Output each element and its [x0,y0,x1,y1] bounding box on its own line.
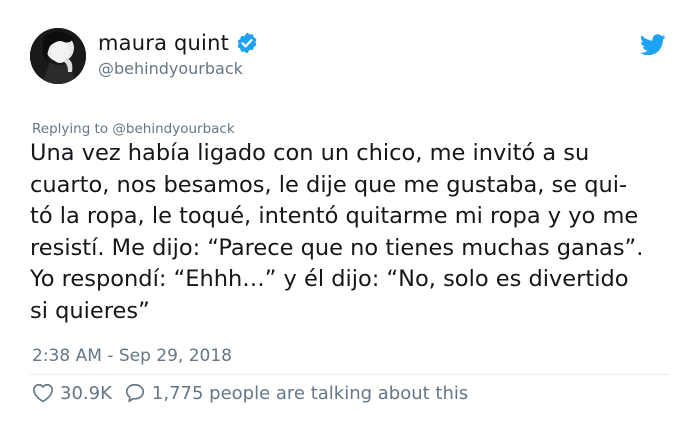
divider [30,374,670,375]
tweet-text: Una vez había ligado con un chico, me in… [30,140,644,324]
reply-prefix: Replying to [32,121,109,137]
tweet-card: maura quint @behindyourback Replying to … [0,0,700,436]
tweet-header: maura quint @behindyourback [30,28,259,84]
tweet-actions: 30.9K 1,775 people are talking about thi… [32,382,468,404]
twitter-bird-icon[interactable] [640,34,666,56]
name-row: maura quint [98,31,259,55]
avatar[interactable] [30,28,86,84]
reply-mention-link[interactable]: @behindyourback [112,121,234,137]
author-names: maura quint @behindyourback [98,31,259,78]
author-handle[interactable]: @behindyourback [98,59,259,78]
talking-about-link[interactable]: 1,775 people are talking about this [152,383,468,404]
tweet-timestamp[interactable]: 2:38 AM - Sep 29, 2018 [32,346,232,366]
speech-bubble-icon[interactable] [124,382,146,404]
heart-icon[interactable] [32,382,54,404]
author-display-name[interactable]: maura quint [98,31,229,55]
like-count[interactable]: 30.9K [60,383,112,404]
verified-badge-icon [235,31,259,55]
reply-context: Replying to @behindyourback [32,121,235,137]
